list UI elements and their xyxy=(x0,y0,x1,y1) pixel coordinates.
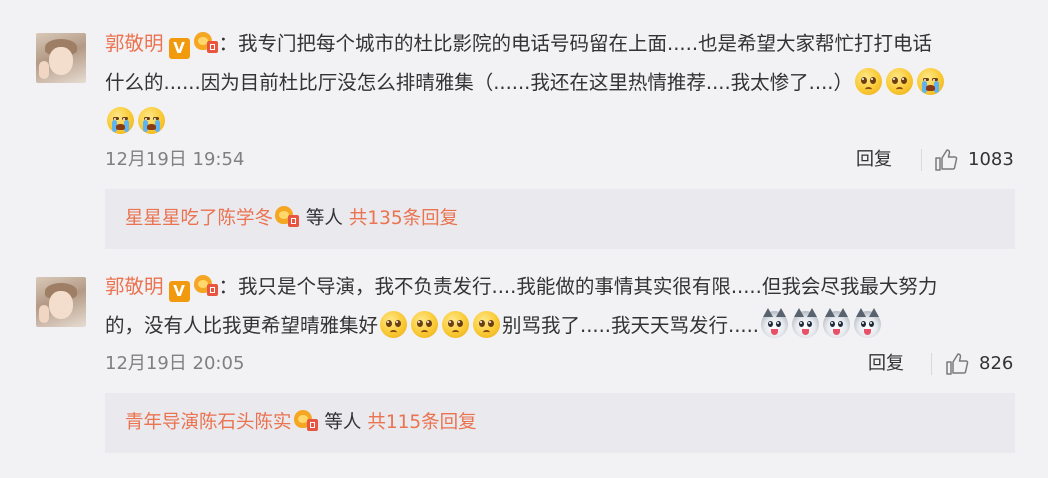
comment-date: 12月19日 20:05 xyxy=(105,353,245,374)
sad-face-icon xyxy=(442,311,470,338)
like-count: 1083 xyxy=(968,149,1014,170)
comment-text: 郭敬明 V ：我只是个导演，我不负责发行....我能做的事情其实很有限.....但我… xyxy=(105,267,1015,345)
comment-meta: 12月19日 20:05 回复 826 xyxy=(105,349,1015,379)
avatar[interactable] xyxy=(36,33,86,83)
husky-face-icon xyxy=(823,308,851,338)
comment-meta: 12月19日 19:54 回复 1083 xyxy=(105,145,1015,175)
sad-face-icon xyxy=(473,311,501,338)
fan-badge-icon xyxy=(275,205,300,227)
fan-badge-icon[interactable] xyxy=(193,31,218,53)
reply-author-link[interactable]: 青年导演陈石头陈实 xyxy=(125,412,292,433)
sad-face-icon xyxy=(380,311,408,338)
username-link[interactable]: 郭敬明 xyxy=(105,275,164,298)
comment-date: 12月19日 19:54 xyxy=(105,149,245,170)
replies-summary[interactable]: 青年导演陈石头陈实 等人 共115条回复 xyxy=(105,393,1015,453)
username-link[interactable]: 郭敬明 xyxy=(105,32,164,55)
comment-text: 郭敬明 V ：我专门把每个城市的杜比影院的电话号码留在上面.....也是希望大家帮忙… xyxy=(105,24,1015,141)
fan-badge-icon xyxy=(293,409,318,431)
husky-face-icon xyxy=(761,308,789,338)
reply-author-link[interactable]: 星星星吃了陈学冬 xyxy=(125,208,273,229)
replies-count-link[interactable]: 共135条回复 xyxy=(349,208,458,229)
comment-body-line2a: 的，没有人比我更希望晴雅集好 xyxy=(105,314,379,337)
comment-body-line2b: 别骂我了.....我天天骂发行..... xyxy=(502,314,760,337)
replies-suffix: 等人 xyxy=(324,412,362,433)
sad-face-icon xyxy=(411,311,439,338)
verified-v-icon: V xyxy=(168,38,190,59)
verified-v-icon: V xyxy=(168,281,190,302)
comment-body-line1: 我专门把每个城市的杜比影院的电话号码留在上面.....也是希望大家帮忙打打电话 xyxy=(238,32,933,55)
thumbs-up-icon[interactable] xyxy=(934,148,958,172)
crying-face-icon xyxy=(138,107,165,134)
sad-face-icon xyxy=(885,68,913,95)
thumbs-up-icon[interactable] xyxy=(945,352,969,376)
comment-body-line1: 我只是个导演，我不负责发行....我能做的事情其实很有限.....但我会尽我最大… xyxy=(238,275,938,298)
replies-summary[interactable]: 星星星吃了陈学冬 等人 共135条回复 xyxy=(105,189,1015,249)
sad-face-icon xyxy=(854,68,882,95)
crying-face-icon xyxy=(107,107,134,134)
reply-button[interactable]: 回复 xyxy=(868,349,904,379)
colon-separator: ： xyxy=(218,275,239,298)
comment-body-line2: 什么的......因为目前杜比厅没怎么排晴雅集（......我还在这里热情推荐.… xyxy=(105,71,853,94)
replies-count-link[interactable]: 共115条回复 xyxy=(367,412,476,433)
divider xyxy=(921,149,922,171)
husky-face-icon xyxy=(792,308,820,338)
replies-suffix: 等人 xyxy=(305,208,343,229)
crying-face-icon xyxy=(916,68,944,95)
reply-button[interactable]: 回复 xyxy=(856,145,892,175)
avatar[interactable] xyxy=(36,277,86,327)
like-count: 826 xyxy=(979,353,1014,374)
husky-face-icon xyxy=(854,308,882,338)
divider xyxy=(931,353,932,375)
fan-badge-icon[interactable] xyxy=(193,274,218,296)
colon-separator: ： xyxy=(218,32,239,55)
